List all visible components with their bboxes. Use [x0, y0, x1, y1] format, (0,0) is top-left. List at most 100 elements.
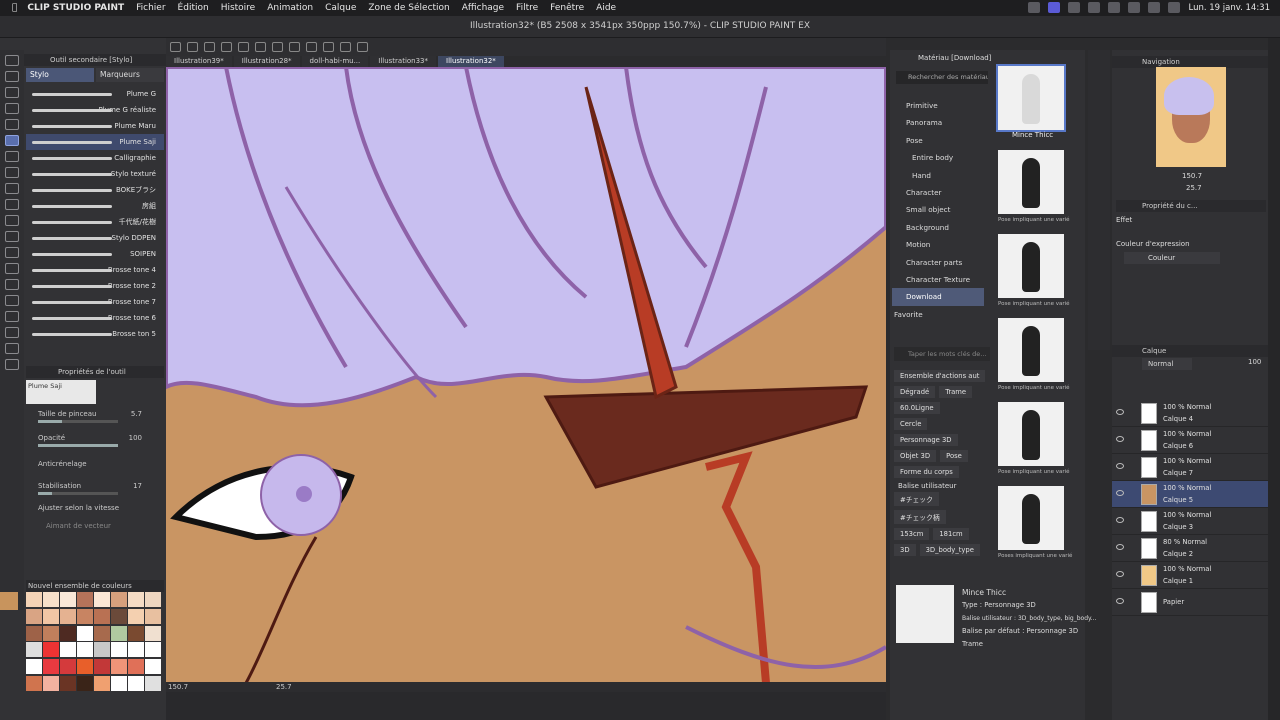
- status-icon[interactable]: [1028, 2, 1041, 13]
- layer-opacity[interactable]: 100: [1248, 358, 1261, 366]
- color-swatch[interactable]: [43, 625, 59, 641]
- opacity-row[interactable]: Opacité 100: [26, 434, 164, 448]
- tree-item[interactable]: Motion: [892, 236, 984, 253]
- color-swatch[interactable]: [145, 625, 161, 641]
- vector-magnet[interactable]: Aimant de vecteur: [26, 522, 164, 536]
- undo-icon[interactable]: [221, 42, 232, 52]
- fill-tool-icon[interactable]: [5, 231, 19, 242]
- color-swatch[interactable]: [128, 642, 144, 658]
- menu-selection[interactable]: Zone de Sélection: [368, 3, 449, 13]
- tree-item[interactable]: Character Texture: [892, 271, 984, 288]
- tag-chip[interactable]: 3D_body_type: [919, 544, 980, 556]
- color-swatch[interactable]: [26, 608, 42, 624]
- color-swatch[interactable]: [77, 592, 93, 607]
- tab-doc[interactable]: doll-habi-mu...: [301, 56, 369, 67]
- brush-item[interactable]: Brosse tone 4: [26, 262, 164, 278]
- main-color-swatch[interactable]: [0, 592, 18, 610]
- stabilization-row[interactable]: Stabilisation 17: [26, 482, 164, 496]
- color-swatch[interactable]: [94, 625, 110, 641]
- search-icon[interactable]: [1148, 2, 1161, 13]
- brush-item[interactable]: 房組: [26, 198, 164, 214]
- new-icon[interactable]: [170, 42, 181, 52]
- menu-aide[interactable]: Aide: [596, 3, 616, 13]
- artwork[interactable]: [166, 67, 886, 683]
- color-swatch[interactable]: [43, 676, 59, 692]
- menu-filtre[interactable]: Filtre: [516, 3, 538, 13]
- color-swatch[interactable]: [26, 642, 42, 658]
- brush-item[interactable]: Stylo DDPEN: [26, 230, 164, 246]
- brush-item[interactable]: Plume G réaliste: [26, 102, 164, 118]
- brush-item[interactable]: 千代紙/花樹: [26, 214, 164, 230]
- eraser-tool-icon[interactable]: [5, 199, 19, 210]
- color-swatch[interactable]: [145, 608, 161, 624]
- zoom-tool-icon[interactable]: [5, 55, 19, 66]
- tree-item[interactable]: Small object: [892, 201, 984, 218]
- grid-icon[interactable]: [357, 42, 368, 52]
- color-swatch[interactable]: [26, 625, 42, 641]
- layer-row[interactable]: 100 % Normal Calque 6: [1112, 427, 1268, 454]
- tab-doc[interactable]: Illustration33*: [370, 56, 437, 67]
- color-swatch[interactable]: [111, 676, 127, 692]
- tag-chip[interactable]: Forme du corps: [894, 466, 959, 478]
- clock[interactable]: Lun. 19 janv. 14:31: [1188, 3, 1270, 13]
- menu-edition[interactable]: Édition: [178, 3, 209, 13]
- tree-item[interactable]: Primitive: [892, 97, 984, 114]
- color-swatch[interactable]: [128, 659, 144, 675]
- brush-item[interactable]: BOKEブラシ: [26, 182, 164, 198]
- menu-fenetre[interactable]: Fenêtre: [550, 3, 584, 13]
- menu-calque[interactable]: Calque: [325, 3, 356, 13]
- airbrush-tool-icon[interactable]: [5, 183, 19, 194]
- layer-row[interactable]: 100 % Normal Calque 3: [1112, 508, 1268, 535]
- info-trame[interactable]: Trame: [962, 638, 1096, 651]
- color-swatch[interactable]: [43, 592, 59, 607]
- pen-tool-icon[interactable]: [5, 135, 19, 146]
- tag-chip[interactable]: Dégradé: [894, 386, 936, 398]
- color-swatch[interactable]: [94, 659, 110, 675]
- tag-chip[interactable]: #チェック柄: [894, 510, 946, 524]
- color-swatch[interactable]: [111, 608, 127, 624]
- speed-checkbox[interactable]: Ajuster selon la vitesse: [26, 504, 164, 518]
- tree-item[interactable]: Background: [892, 219, 984, 236]
- color-swatch[interactable]: [77, 676, 93, 692]
- layer-row[interactable]: 100 % Normal Calque 7: [1112, 454, 1268, 481]
- layer-row[interactable]: 100 % Normal Calque 4: [1112, 400, 1268, 427]
- tab-doc[interactable]: Illustration39*: [166, 56, 232, 67]
- brush-item[interactable]: Brosse tone 7: [26, 294, 164, 310]
- ruler-icon[interactable]: [323, 42, 334, 52]
- color-swatch[interactable]: [94, 642, 110, 658]
- tag-chip[interactable]: 181cm: [933, 528, 969, 540]
- material-thumb[interactable]: Pose impliquant une varié: [998, 318, 1070, 391]
- tag-chip[interactable]: Cercle: [894, 418, 928, 430]
- brush-item[interactable]: Brosse ton 5: [26, 326, 164, 342]
- layer-row[interactable]: Papier: [1112, 589, 1268, 616]
- color-swatch[interactable]: [111, 642, 127, 658]
- blend-mode-select[interactable]: Normal: [1142, 358, 1192, 370]
- color-swatch[interactable]: [77, 608, 93, 624]
- layer-row-selected[interactable]: 100 % Normal Calque 5: [1112, 481, 1268, 508]
- text-tool-icon[interactable]: [5, 311, 19, 322]
- tag-chip[interactable]: #チェック: [894, 492, 939, 506]
- blend-tool-icon[interactable]: [5, 215, 19, 226]
- color-swatch[interactable]: [145, 642, 161, 658]
- material-thumb[interactable]: Pose impliquant une varié: [998, 402, 1070, 475]
- color-swatch[interactable]: [60, 642, 76, 658]
- color-swatch[interactable]: [60, 608, 76, 624]
- figure-tool-icon[interactable]: [5, 263, 19, 274]
- color-swatch[interactable]: [128, 625, 144, 641]
- color-swatch[interactable]: [77, 659, 93, 675]
- screen-icon[interactable]: [1048, 2, 1061, 13]
- brush-tool-icon[interactable]: [5, 167, 19, 178]
- tag-chip[interactable]: 153cm: [894, 528, 930, 540]
- material-thumb[interactable]: Pose impliquant une varié: [998, 234, 1070, 307]
- tree-item[interactable]: Character parts: [892, 254, 984, 271]
- tree-item[interactable]: Entire body: [892, 149, 984, 166]
- color-swatch[interactable]: [128, 608, 144, 624]
- nav-angle[interactable]: 25.7: [1186, 184, 1202, 192]
- redo-icon[interactable]: [238, 42, 249, 52]
- color-swatch[interactable]: [111, 625, 127, 641]
- tag-chip[interactable]: Ensemble d'actions aut: [894, 370, 986, 382]
- brush-item[interactable]: Plume Maru: [26, 118, 164, 134]
- color-swatch[interactable]: [60, 592, 76, 607]
- color-swatch[interactable]: [145, 676, 161, 692]
- color-swatch[interactable]: [43, 642, 59, 658]
